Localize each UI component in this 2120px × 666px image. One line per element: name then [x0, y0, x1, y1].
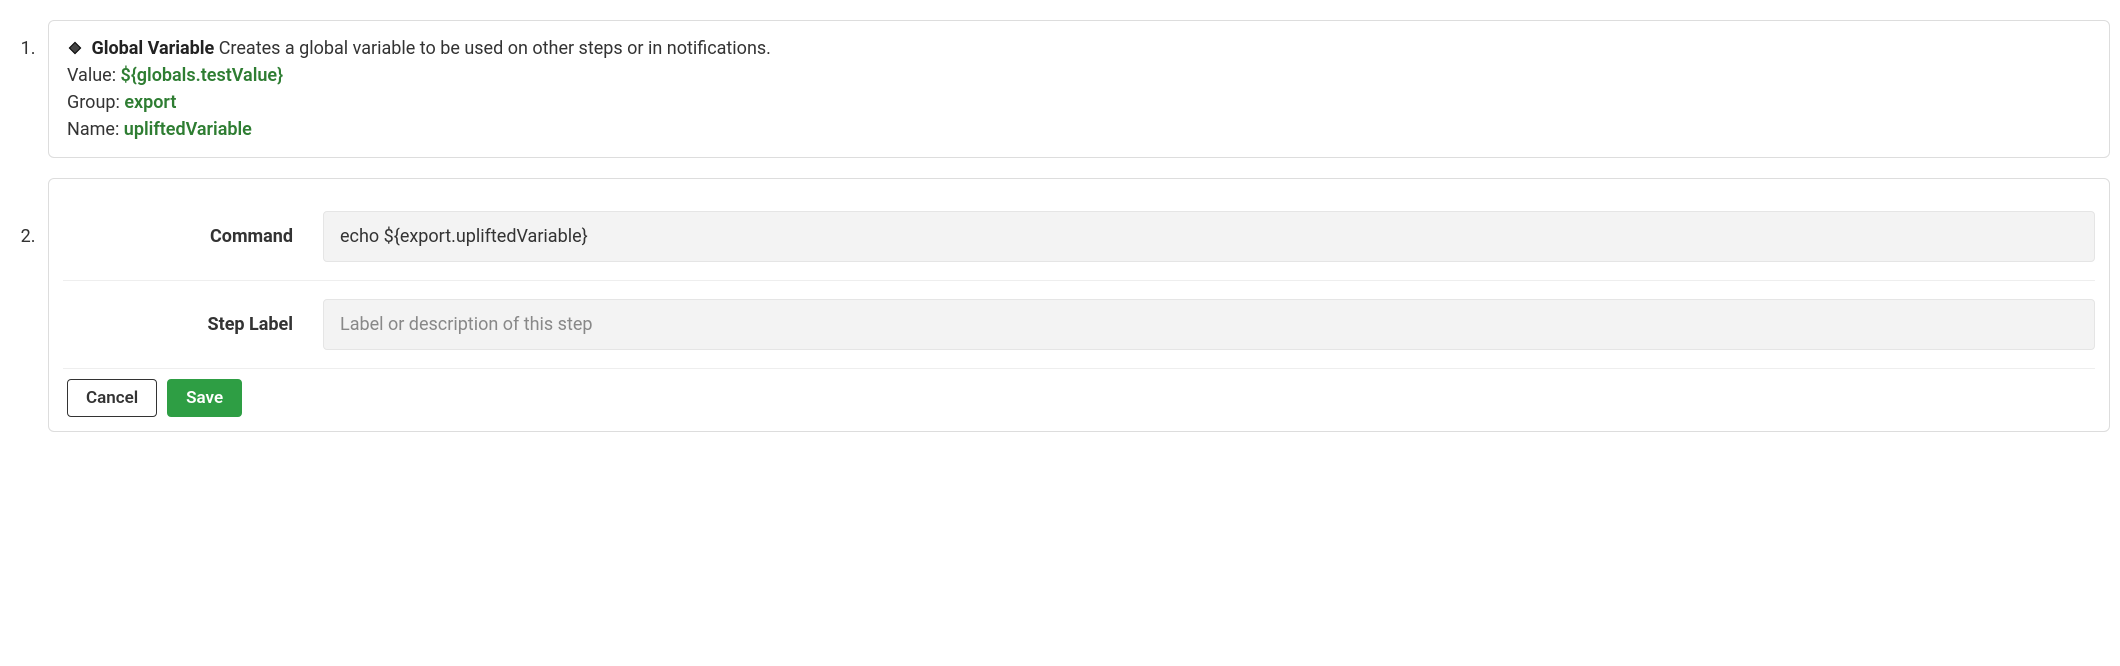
step-field-value: Value: ${globals.testValue} — [67, 62, 2091, 89]
form-row-command: Command — [63, 193, 2095, 281]
step-field-group: Group: export — [67, 89, 2091, 116]
command-label: Command — [63, 226, 323, 247]
step-description: Creates a global variable to be used on … — [219, 38, 771, 59]
field-value: export — [124, 92, 176, 113]
field-label: Name: — [67, 119, 119, 140]
step-field-name: Name: upliftedVariable — [67, 116, 2091, 143]
field-label: Group: — [67, 92, 120, 113]
step-item-1: Global Variable Creates a global variabl… — [40, 20, 2110, 158]
cancel-button[interactable]: Cancel — [67, 379, 157, 417]
command-input[interactable] — [323, 211, 2095, 262]
step-item-2: Command Step Label Cancel Save — [40, 178, 2110, 432]
diamond-icon — [67, 37, 83, 53]
step-header: Global Variable Creates a global variabl… — [67, 35, 2091, 62]
form-row-step-label: Step Label — [63, 281, 2095, 369]
field-value: ${globals.testValue} — [121, 65, 284, 86]
form-actions: Cancel Save — [63, 369, 2095, 417]
step-card-global-variable: Global Variable Creates a global variabl… — [48, 20, 2110, 158]
step-editor-card: Command Step Label Cancel Save — [48, 178, 2110, 432]
save-button[interactable]: Save — [167, 379, 242, 417]
step-title: Global Variable — [91, 38, 214, 59]
step-label-label: Step Label — [63, 314, 323, 335]
step-label-input[interactable] — [323, 299, 2095, 350]
steps-list: Global Variable Creates a global variabl… — [10, 20, 2110, 432]
field-label: Value: — [67, 65, 116, 86]
field-value: upliftedVariable — [124, 119, 252, 140]
